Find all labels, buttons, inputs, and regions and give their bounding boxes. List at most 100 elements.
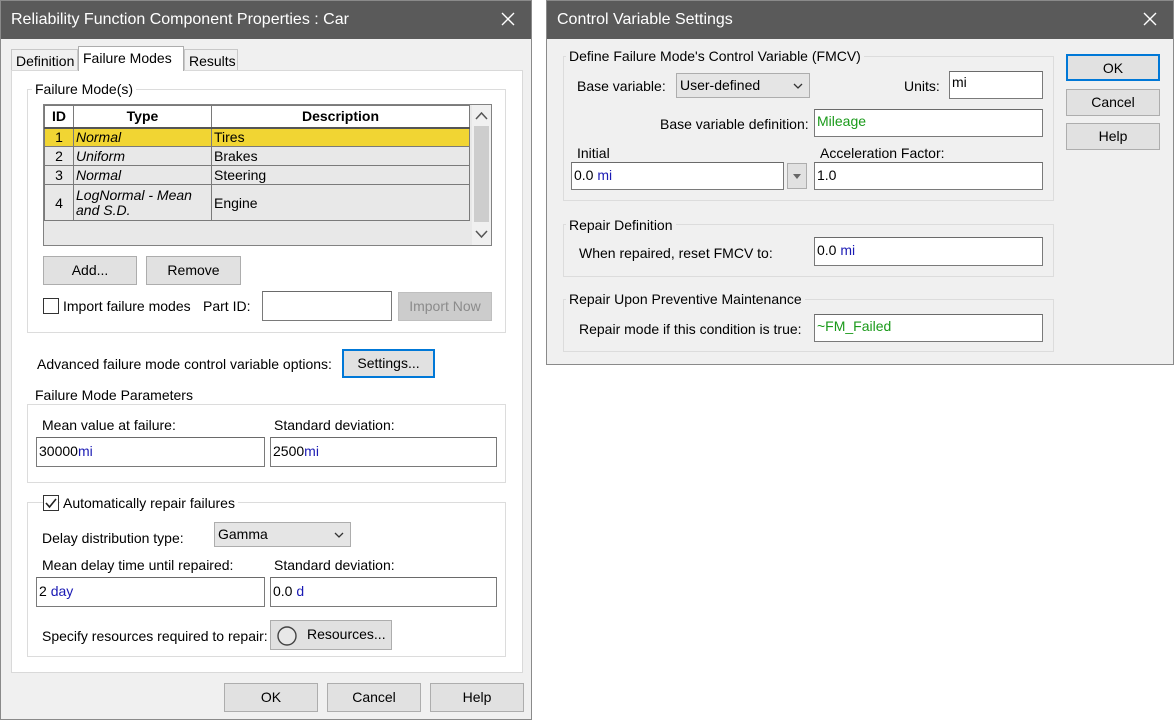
dialog-title: Control Variable Settings [557, 11, 733, 28]
delay-distribution-label: Delay distribution type: [42, 530, 184, 546]
base-definition-input[interactable]: Mileage [814, 109, 1043, 137]
initial-number: 0.0 [574, 167, 594, 183]
scroll-up-icon[interactable] [475, 111, 488, 121]
table-row[interactable]: 3 Normal Steering [44, 165, 470, 185]
delay-distribution-select[interactable]: Gamma [214, 522, 351, 547]
base-variable-value: User-defined [680, 77, 761, 93]
standard-deviation-number: 2500 [273, 443, 305, 459]
initial-input[interactable]: 0.0 mi [571, 162, 784, 190]
base-definition-label: Base variable definition: [660, 116, 809, 132]
table-row[interactable]: 4 LogNormal - Mean and S.D. Engine [44, 184, 470, 221]
remove-button[interactable]: Remove [146, 256, 241, 285]
help-button[interactable]: Help [1066, 123, 1160, 150]
mean-delay-input[interactable]: 2 day [36, 577, 265, 607]
resources-label: Specify resources required to repair: [42, 628, 268, 644]
row-description: Engine [211, 184, 470, 221]
table-row[interactable]: 1 Normal Tires [44, 127, 470, 147]
acceleration-factor-label: Acceleration Factor: [820, 145, 945, 161]
cancel-button[interactable]: Cancel [327, 683, 421, 712]
resources-button[interactable]: Resources... [270, 620, 392, 650]
resources-button-label: Resources... [307, 626, 386, 642]
settings-button[interactable]: Settings... [342, 349, 435, 378]
row-description: Brakes [211, 146, 470, 166]
row-id: 2 [44, 146, 74, 166]
tab-results[interactable]: Results [184, 49, 238, 71]
delay-stddev-label: Standard deviation: [274, 557, 395, 573]
standard-deviation-input[interactable]: 2500mi [270, 437, 497, 467]
caret-down-icon [793, 174, 801, 179]
chevron-down-icon [793, 83, 803, 89]
failure-modes-table-frame: ID Type Description 1 Normal Tires 2 Uni… [43, 104, 492, 246]
import-now-button[interactable]: Import Now [398, 292, 492, 321]
tab-definition[interactable]: Definition [11, 49, 78, 71]
import-failure-modes-label: Import failure modes [63, 298, 191, 314]
mean-value-label: Mean value at failure: [42, 417, 176, 433]
control-variable-settings-dialog: Control Variable Settings Define Failure… [546, 0, 1174, 365]
reset-fmcv-input[interactable]: 0.0 mi [814, 237, 1043, 266]
row-type: Normal [73, 127, 212, 147]
failure-modes-group-title: Failure Mode(s) [32, 81, 137, 97]
units-input[interactable]: mi [949, 71, 1043, 99]
initial-label: Initial [577, 145, 610, 161]
base-variable-select[interactable]: User-defined [676, 73, 810, 98]
row-type: LogNormal - Mean and S.D. [73, 184, 212, 221]
reset-fmcv-number: 0.0 [817, 242, 837, 258]
table-row[interactable]: 2 Uniform Brakes [44, 146, 470, 166]
delay-stddev-number: 0.0 [273, 583, 293, 599]
initial-unit: mi [597, 167, 613, 183]
dialog-title: Reliability Function Component Propertie… [11, 11, 349, 28]
delay-stddev-input[interactable]: 0.0 d [270, 577, 497, 607]
column-header-description[interactable]: Description [211, 105, 470, 129]
column-header-type[interactable]: Type [73, 105, 212, 129]
close-icon[interactable] [1139, 8, 1161, 30]
component-properties-dialog: Reliability Function Component Propertie… [0, 0, 532, 720]
pm-condition-label: Repair mode if this condition is true: [579, 321, 802, 337]
chevron-down-icon [334, 532, 344, 538]
failure-modes-panel: Failure Mode(s) ID Type Description 1 No… [11, 70, 523, 673]
scrollbar-thumb[interactable] [474, 126, 489, 222]
table-scrollbar[interactable] [472, 105, 491, 245]
mean-value-input[interactable]: 30000mi [36, 437, 265, 467]
ok-button[interactable]: OK [224, 683, 318, 712]
dialog-titlebar: Reliability Function Component Propertie… [1, 1, 531, 39]
ok-button[interactable]: OK [1066, 54, 1160, 81]
acceleration-factor-input[interactable]: 1.0 [814, 162, 1043, 190]
row-id: 4 [44, 184, 74, 221]
cancel-button[interactable]: Cancel [1066, 89, 1160, 116]
auto-repair-checkbox[interactable] [43, 495, 59, 511]
part-id-input[interactable] [262, 291, 392, 321]
mean-delay-number: 2 [39, 583, 47, 599]
units-label: Units: [904, 78, 940, 94]
mean-value-number: 30000 [39, 443, 78, 459]
standard-deviation-unit: mi [304, 443, 319, 459]
checkmark-icon [45, 498, 57, 509]
column-header-id[interactable]: ID [44, 105, 74, 129]
row-type: Normal [73, 165, 212, 185]
dialog-titlebar: Control Variable Settings [547, 1, 1173, 39]
base-variable-label: Base variable: [577, 78, 666, 94]
advanced-options-label: Advanced failure mode control variable o… [37, 356, 332, 372]
row-type: Uniform [73, 146, 212, 166]
add-button[interactable]: Add... [43, 256, 137, 285]
fmcv-group-title: Define Failure Mode's Control Variable (… [566, 48, 864, 64]
scroll-down-icon[interactable] [475, 229, 488, 239]
help-button[interactable]: Help [430, 683, 524, 712]
table-header-row: ID Type Description [44, 105, 470, 129]
standard-deviation-label: Standard deviation: [274, 417, 395, 433]
preventive-maintenance-title: Repair Upon Preventive Maintenance [566, 291, 805, 307]
initial-dropdown-button[interactable] [787, 163, 807, 189]
mean-delay-unit: day [50, 583, 74, 599]
tab-failure-modes[interactable]: Failure Modes [78, 46, 184, 71]
resource-circle-icon [277, 626, 297, 646]
reset-fmcv-unit: mi [840, 242, 856, 258]
part-id-label: Part ID: [203, 298, 251, 314]
delay-distribution-value: Gamma [218, 526, 268, 542]
close-icon[interactable] [497, 8, 519, 30]
pm-condition-input[interactable]: ~FM_Failed [814, 314, 1043, 342]
mean-value-unit: mi [77, 443, 93, 459]
row-description: Tires [211, 127, 470, 147]
delay-stddev-unit: d [296, 583, 305, 599]
row-id: 1 [44, 127, 74, 147]
reset-fmcv-label: When repaired, reset FMCV to: [579, 245, 773, 261]
import-failure-modes-checkbox[interactable] [43, 298, 59, 314]
